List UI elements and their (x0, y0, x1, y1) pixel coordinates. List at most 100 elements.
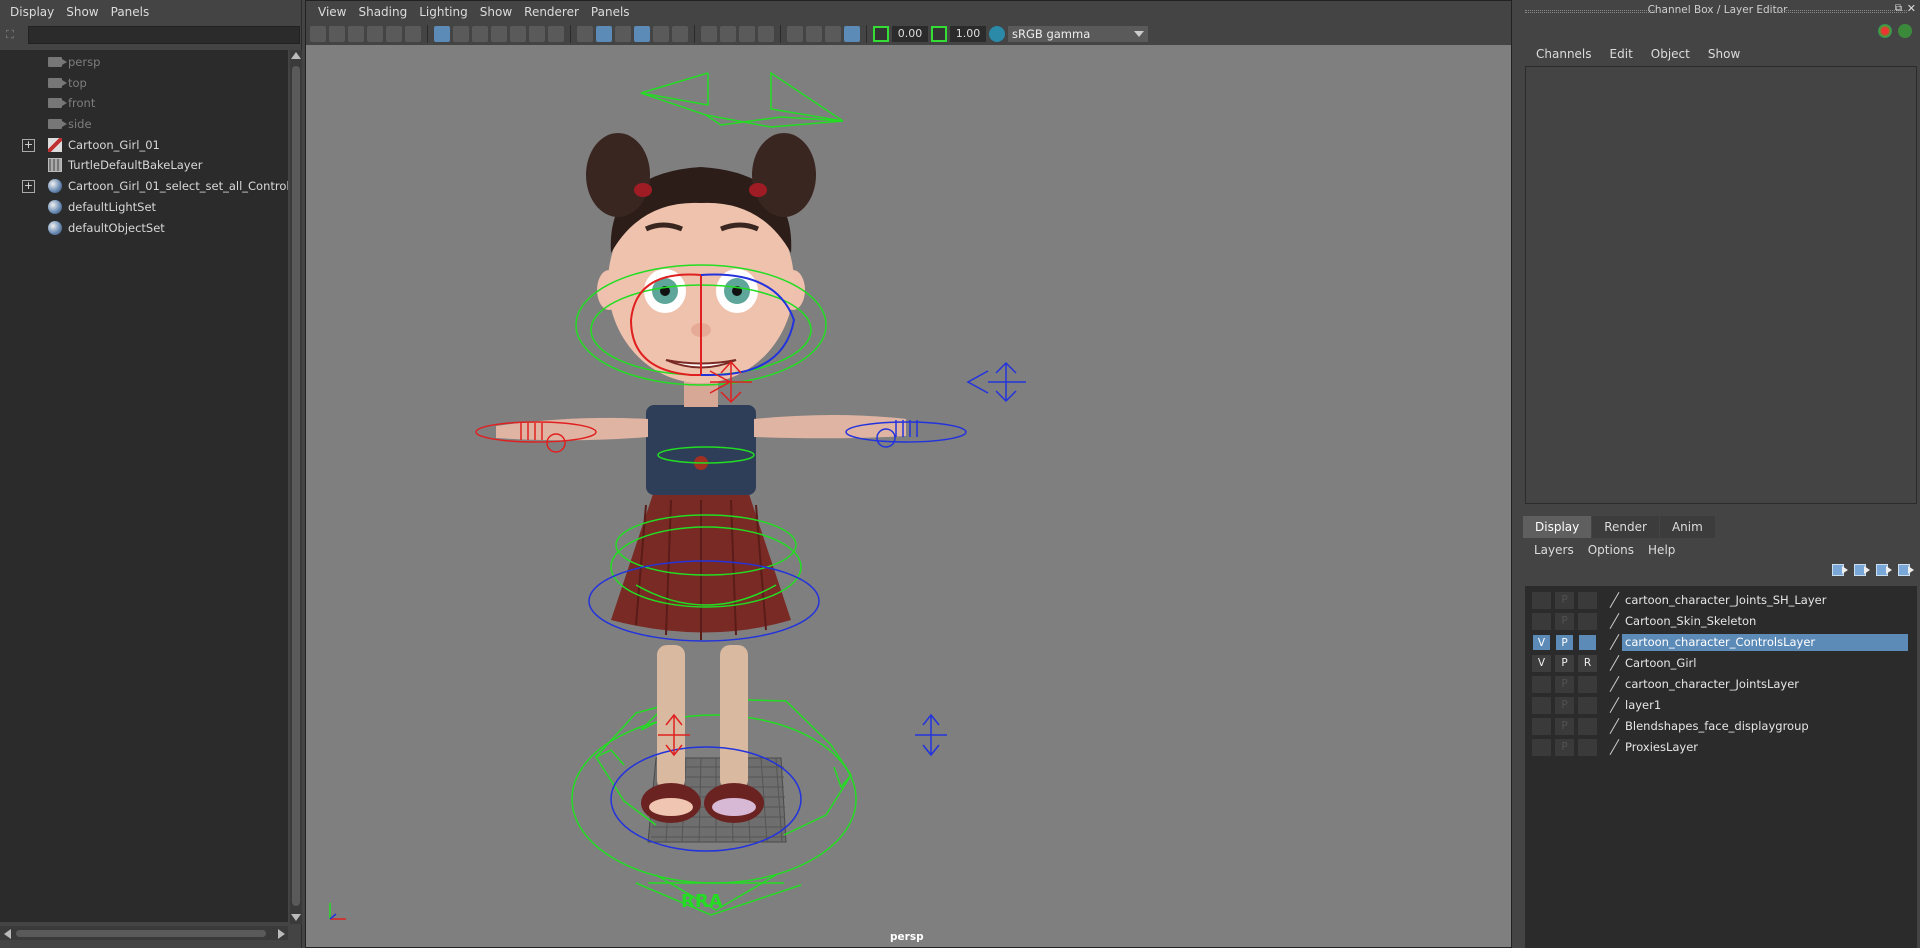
tab-render[interactable]: Render (1592, 516, 1659, 538)
create-empty-layer-icon[interactable] (1876, 562, 1892, 576)
layer-visibility-toggle[interactable] (1532, 613, 1551, 630)
color-space-dropdown[interactable]: sRGB gamma (1008, 26, 1148, 42)
layer-row[interactable]: P cartoon_character_JointsLayer (1526, 675, 1908, 694)
attribute-editor-icon[interactable] (1878, 24, 1892, 38)
character-body[interactable] (496, 133, 906, 823)
layer-color-swatch-icon[interactable] (1606, 655, 1623, 672)
layer-color-swatch-icon[interactable] (1606, 634, 1623, 651)
xray-joints-icon[interactable] (739, 26, 755, 42)
layer-reference-toggle[interactable] (1578, 634, 1597, 651)
isolate-select-icon[interactable] (787, 26, 803, 42)
viewport-menu-renderer[interactable]: Renderer (518, 1, 585, 23)
layer-color-swatch-icon[interactable] (1606, 718, 1623, 735)
select-camera-icon[interactable] (310, 26, 326, 42)
resolution-gate-icon[interactable] (472, 26, 488, 42)
screen-space-ao-icon[interactable] (806, 26, 822, 42)
exposure-icon[interactable] (873, 26, 889, 42)
layer-row-selected[interactable]: V P cartoon_character_ControlsLayer (1526, 633, 1908, 652)
tab-display[interactable]: Display (1523, 516, 1592, 538)
wireframe-icon[interactable] (577, 26, 593, 42)
layer-playback-toggle[interactable]: P (1555, 697, 1574, 714)
scroll-up-arrow-icon[interactable] (291, 52, 301, 59)
outliner-item-top[interactable]: top (0, 73, 288, 94)
channel-box-menu-edit[interactable]: Edit (1601, 44, 1642, 64)
right-shoulder-control[interactable] (966, 361, 1026, 403)
layer-playback-toggle[interactable]: P (1555, 592, 1574, 609)
outliner-menu-panels[interactable]: Panels (105, 0, 156, 24)
viewport-menu-lighting[interactable]: Lighting (413, 1, 474, 23)
layer-reference-toggle[interactable] (1578, 739, 1597, 756)
smooth-shade-icon[interactable] (596, 26, 612, 42)
2d-pan-zoom-icon[interactable] (386, 26, 402, 42)
scene-view[interactable]: RRA (306, 45, 1511, 947)
move-layer-down-icon[interactable] (1854, 562, 1870, 576)
scroll-right-arrow-icon[interactable] (278, 929, 285, 939)
outliner-menu-show[interactable]: Show (60, 0, 104, 24)
wireframe-on-shaded-icon[interactable] (615, 26, 631, 42)
shadows-icon[interactable] (672, 26, 688, 42)
layer-row[interactable]: P layer1 (1526, 696, 1908, 715)
viewport-menu-show[interactable]: Show (474, 1, 518, 23)
safe-title-icon[interactable] (548, 26, 564, 42)
motion-blur-icon[interactable] (825, 26, 841, 42)
outliner-item-default-object-set[interactable]: defaultObjectSet (0, 218, 288, 239)
viewport-menu-shading[interactable]: Shading (352, 1, 413, 23)
float-window-icon[interactable]: ⧉ (1895, 3, 1902, 14)
channel-box-menu-object[interactable]: Object (1642, 44, 1699, 64)
layer-visibility-toggle[interactable] (1532, 592, 1551, 609)
outliner-item-persp[interactable]: persp (0, 52, 288, 73)
outliner-vertical-scroll-thumb[interactable] (292, 66, 300, 906)
backface-culling-icon[interactable] (758, 26, 774, 42)
layer-playback-toggle[interactable]: P (1555, 634, 1574, 651)
layer-playback-toggle[interactable]: P (1555, 655, 1574, 672)
outliner-menu-display[interactable]: Display (4, 0, 60, 24)
film-gate-icon[interactable] (453, 26, 469, 42)
filter-icon[interactable]: ⛶ (6, 28, 22, 42)
head-top-control[interactable] (640, 71, 844, 128)
scroll-left-arrow-icon[interactable] (4, 929, 11, 939)
layer-reference-toggle[interactable] (1578, 718, 1597, 735)
layer-menu-options[interactable]: Options (1581, 540, 1641, 560)
layer-row[interactable]: P ProxiesLayer (1526, 738, 1908, 757)
bookmark-icon[interactable] (348, 26, 364, 42)
layer-playback-toggle[interactable]: P (1555, 613, 1574, 630)
layer-menu-layers[interactable]: Layers (1527, 540, 1581, 560)
tab-anim[interactable]: Anim (1659, 516, 1715, 538)
layer-reference-toggle[interactable] (1578, 676, 1597, 693)
create-layer-from-selected-icon[interactable] (1898, 562, 1914, 576)
layer-reference-toggle[interactable] (1578, 613, 1597, 630)
xray-active-components-icon[interactable] (720, 26, 736, 42)
layer-visibility-toggle[interactable] (1532, 676, 1551, 693)
expand-plus-icon[interactable]: + (22, 138, 35, 152)
outliner-item-default-light-set[interactable]: defaultLightSet (0, 197, 288, 218)
layer-reference-toggle[interactable] (1578, 697, 1597, 714)
layer-color-swatch-icon[interactable] (1606, 676, 1623, 693)
close-icon[interactable]: ✕ (1907, 2, 1916, 15)
grease-pencil-icon[interactable] (405, 26, 421, 42)
use-all-lights-icon[interactable] (653, 26, 669, 42)
outliner-search-input[interactable] (28, 26, 300, 44)
move-layer-up-icon[interactable] (1832, 562, 1848, 576)
right-foot-control[interactable] (915, 713, 947, 757)
layer-playback-toggle[interactable]: P (1555, 676, 1574, 693)
viewport-menu-panels[interactable]: Panels (585, 1, 636, 23)
viewport-menu-view[interactable]: View (312, 1, 352, 23)
safe-action-icon[interactable] (529, 26, 545, 42)
layer-visibility-toggle[interactable]: V (1532, 655, 1551, 672)
layer-visibility-toggle[interactable]: V (1532, 634, 1551, 651)
xray-icon[interactable] (701, 26, 717, 42)
layer-row[interactable]: V P R Cartoon_Girl (1526, 654, 1908, 673)
channel-box-menu-channels[interactable]: Channels (1527, 44, 1601, 64)
outliner-item-cartoon-girl[interactable]: + Cartoon_Girl_01 (0, 135, 288, 156)
layer-row[interactable]: P Blendshapes_face_displaygroup (1526, 717, 1908, 736)
drag-grip-right[interactable] (1777, 10, 1907, 13)
outliner-item-turtle-bake-layer[interactable]: TurtleDefaultBakeLayer (0, 155, 288, 176)
camera-attributes-icon[interactable] (329, 26, 345, 42)
channel-box-area[interactable] (1525, 66, 1917, 504)
layer-visibility-toggle[interactable] (1532, 739, 1551, 756)
tool-settings-icon[interactable] (1898, 24, 1912, 38)
outliner-item-select-set[interactable]: + Cartoon_Girl_01_select_set_all_Control… (0, 176, 288, 197)
color-management-icon[interactable] (989, 26, 1005, 42)
layer-row[interactable]: P cartoon_character_Joints_SH_Layer (1526, 591, 1908, 610)
channel-box-menu-show[interactable]: Show (1699, 44, 1749, 64)
